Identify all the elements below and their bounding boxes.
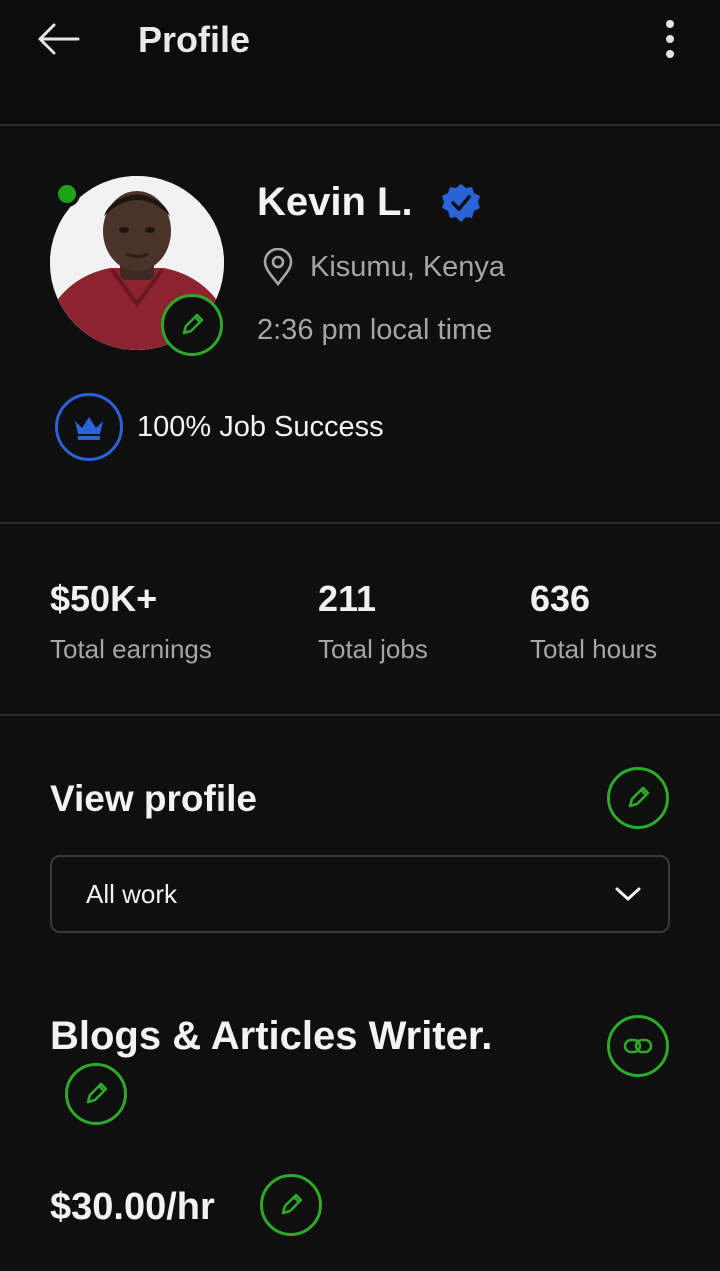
stat-label: Total jobs	[318, 634, 428, 664]
verified-badge-icon	[441, 183, 480, 222]
edit-rate-button[interactable]	[260, 1174, 322, 1236]
more-vertical-icon	[666, 20, 674, 58]
location-text: Kisumu, Kenya	[310, 250, 506, 283]
stats-section: $50K+ Total earnings 211 Total jobs 636 …	[0, 526, 720, 716]
stat-total-earnings: $50K+ Total earnings	[50, 578, 212, 665]
local-time: 2:36 pm local time	[257, 314, 493, 346]
page-title: Profile	[138, 19, 251, 60]
edit-profile-button[interactable]	[607, 767, 669, 829]
name-row: Kevin L.	[257, 180, 481, 225]
stat-label: Total earnings	[50, 634, 212, 664]
copy-link-button[interactable]	[607, 1015, 669, 1077]
profile-summary: Kevin L. Kisumu, Kenya 2:36 pm local tim…	[0, 128, 720, 524]
work-filter-dropdown[interactable]: All work	[50, 855, 670, 933]
avatar-container	[50, 176, 226, 356]
pencil-icon	[281, 1193, 303, 1215]
stat-total-hours: 636 Total hours	[530, 578, 657, 665]
hourly-rate: $30.00/hr	[50, 1186, 215, 1228]
stat-value: 636	[530, 578, 591, 619]
job-success-text: 100% Job Success	[137, 410, 384, 443]
profile-headline: Blogs & Articles Writer.	[50, 1014, 493, 1058]
dropdown-selected-value: All work	[86, 878, 178, 909]
pencil-icon	[628, 786, 650, 808]
stat-value: $50K+	[50, 578, 158, 619]
edit-headline-button[interactable]	[65, 1063, 127, 1125]
view-profile-title: View profile	[50, 778, 257, 819]
arrow-left-icon	[38, 23, 80, 55]
profile-screen: Profile Kevin L. Kisumu, Kenya 2:36 pm l…	[0, 0, 720, 1271]
profile-name: Kevin L.	[257, 180, 413, 224]
location-row: Kisumu, Kenya	[262, 248, 505, 286]
stat-label: Total hours	[530, 634, 658, 664]
back-button[interactable]	[30, 14, 86, 64]
stat-total-jobs: 211 Total jobs	[318, 578, 428, 665]
stat-value: 211	[318, 578, 377, 619]
edit-photo-button[interactable]	[161, 294, 223, 356]
online-status-dot	[54, 181, 80, 207]
job-success-badge	[55, 393, 123, 461]
more-options-button[interactable]	[650, 14, 690, 64]
crown-icon	[75, 417, 103, 440]
job-success-row: 100% Job Success	[55, 393, 384, 461]
app-header: Profile	[0, 0, 720, 126]
link-icon	[623, 1038, 653, 1054]
location-pin-icon	[263, 248, 293, 286]
chevron-down-icon	[615, 887, 641, 901]
pencil-icon	[182, 313, 204, 335]
pencil-icon	[86, 1082, 108, 1104]
